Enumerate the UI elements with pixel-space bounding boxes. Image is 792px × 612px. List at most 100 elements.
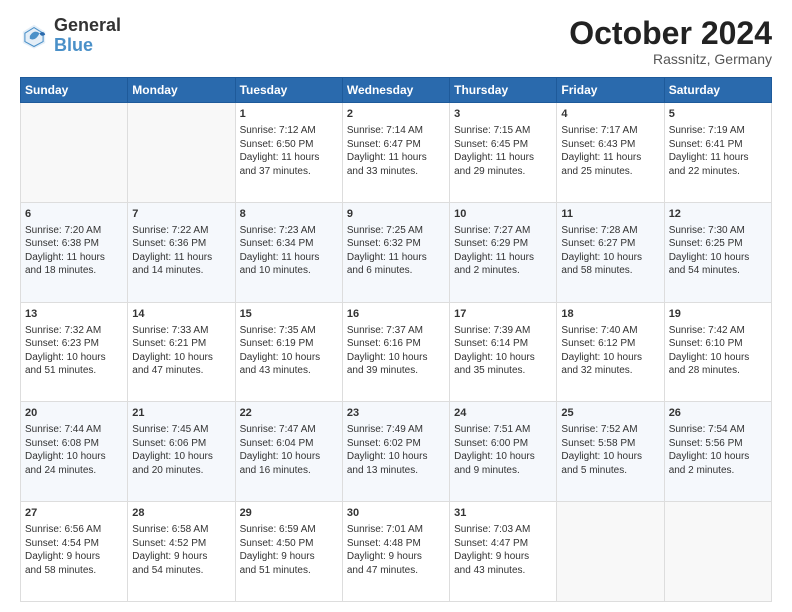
day-number: 6 (25, 207, 123, 222)
day-info: Sunset: 6:14 PM (454, 337, 552, 351)
day-info: Sunrise: 7:19 AM (669, 124, 767, 138)
day-info: Sunset: 6:36 PM (132, 237, 230, 251)
day-number: 31 (454, 506, 552, 521)
day-info: and 25 minutes. (561, 165, 659, 179)
day-info: Daylight: 11 hours (25, 251, 123, 265)
day-info: Sunset: 6:43 PM (561, 138, 659, 152)
day-info: Sunrise: 6:58 AM (132, 523, 230, 537)
day-info: Sunset: 4:52 PM (132, 537, 230, 551)
calendar-cell: 26Sunrise: 7:54 AMSunset: 5:56 PMDayligh… (664, 402, 771, 502)
day-info: Sunrise: 7:44 AM (25, 423, 123, 437)
calendar-cell: 4Sunrise: 7:17 AMSunset: 6:43 PMDaylight… (557, 103, 664, 203)
day-number: 25 (561, 406, 659, 421)
calendar-cell: 2Sunrise: 7:14 AMSunset: 6:47 PMDaylight… (342, 103, 449, 203)
day-info: Sunrise: 7:22 AM (132, 224, 230, 238)
weekday-header-saturday: Saturday (664, 78, 771, 103)
day-info: Daylight: 9 hours (240, 550, 338, 564)
day-info: and 32 minutes. (561, 364, 659, 378)
day-info: and 13 minutes. (347, 464, 445, 478)
day-info: Sunrise: 7:47 AM (240, 423, 338, 437)
day-info: Daylight: 11 hours (240, 251, 338, 265)
page: General Blue October 2024 Rassnitz, Germ… (0, 0, 792, 612)
day-info: Sunset: 6:06 PM (132, 437, 230, 451)
day-number: 1 (240, 107, 338, 122)
day-info: Daylight: 11 hours (240, 151, 338, 165)
day-info: Daylight: 10 hours (561, 251, 659, 265)
day-number: 30 (347, 506, 445, 521)
day-info: Sunrise: 7:23 AM (240, 224, 338, 238)
calendar-cell: 18Sunrise: 7:40 AMSunset: 6:12 PMDayligh… (557, 302, 664, 402)
day-info: Daylight: 11 hours (347, 151, 445, 165)
title-block: October 2024 Rassnitz, Germany (569, 16, 772, 67)
calendar-cell: 20Sunrise: 7:44 AMSunset: 6:08 PMDayligh… (21, 402, 128, 502)
day-info: and 51 minutes. (240, 564, 338, 578)
day-info: Sunrise: 7:33 AM (132, 324, 230, 338)
weekday-header-thursday: Thursday (450, 78, 557, 103)
day-info: Sunrise: 7:32 AM (25, 324, 123, 338)
day-info: Daylight: 11 hours (454, 151, 552, 165)
day-info: Sunrise: 7:20 AM (25, 224, 123, 238)
day-info: Sunset: 6:08 PM (25, 437, 123, 451)
day-info: Daylight: 10 hours (561, 351, 659, 365)
calendar-cell (664, 502, 771, 602)
calendar-cell: 28Sunrise: 6:58 AMSunset: 4:52 PMDayligh… (128, 502, 235, 602)
day-info: Sunrise: 7:42 AM (669, 324, 767, 338)
day-info: Sunrise: 7:25 AM (347, 224, 445, 238)
calendar-cell: 6Sunrise: 7:20 AMSunset: 6:38 PMDaylight… (21, 202, 128, 302)
day-info: and 14 minutes. (132, 264, 230, 278)
day-number: 11 (561, 207, 659, 222)
day-number: 5 (669, 107, 767, 122)
day-number: 24 (454, 406, 552, 421)
day-info: Sunrise: 6:56 AM (25, 523, 123, 537)
day-info: Sunset: 4:47 PM (454, 537, 552, 551)
day-info: Daylight: 10 hours (132, 351, 230, 365)
day-number: 28 (132, 506, 230, 521)
day-info: and 2 minutes. (454, 264, 552, 278)
day-info: Sunset: 4:50 PM (240, 537, 338, 551)
day-info: and 33 minutes. (347, 165, 445, 179)
day-info: Sunset: 6:16 PM (347, 337, 445, 351)
weekday-header-tuesday: Tuesday (235, 78, 342, 103)
day-info: Sunrise: 7:12 AM (240, 124, 338, 138)
day-number: 12 (669, 207, 767, 222)
day-number: 29 (240, 506, 338, 521)
day-info: and 47 minutes. (132, 364, 230, 378)
day-info: Sunrise: 7:03 AM (454, 523, 552, 537)
calendar-cell: 22Sunrise: 7:47 AMSunset: 6:04 PMDayligh… (235, 402, 342, 502)
day-info: Sunrise: 7:51 AM (454, 423, 552, 437)
day-info: and 51 minutes. (25, 364, 123, 378)
day-info: Sunrise: 7:37 AM (347, 324, 445, 338)
calendar-cell: 23Sunrise: 7:49 AMSunset: 6:02 PMDayligh… (342, 402, 449, 502)
day-number: 23 (347, 406, 445, 421)
day-info: and 37 minutes. (240, 165, 338, 179)
day-info: Sunset: 6:32 PM (347, 237, 445, 251)
day-info: and 58 minutes. (25, 564, 123, 578)
weekday-header-friday: Friday (557, 78, 664, 103)
day-info: and 54 minutes. (132, 564, 230, 578)
day-info: Sunset: 5:56 PM (669, 437, 767, 451)
day-info: Daylight: 10 hours (454, 351, 552, 365)
day-number: 16 (347, 307, 445, 322)
calendar-cell (557, 502, 664, 602)
header: General Blue October 2024 Rassnitz, Germ… (20, 16, 772, 67)
day-info: Daylight: 11 hours (561, 151, 659, 165)
calendar-cell: 27Sunrise: 6:56 AMSunset: 4:54 PMDayligh… (21, 502, 128, 602)
calendar-cell: 11Sunrise: 7:28 AMSunset: 6:27 PMDayligh… (557, 202, 664, 302)
day-info: Sunset: 4:48 PM (347, 537, 445, 551)
calendar-cell: 30Sunrise: 7:01 AMSunset: 4:48 PMDayligh… (342, 502, 449, 602)
calendar-cell: 3Sunrise: 7:15 AMSunset: 6:45 PMDaylight… (450, 103, 557, 203)
day-info: Sunset: 6:12 PM (561, 337, 659, 351)
day-info: Daylight: 10 hours (240, 450, 338, 464)
calendar-cell: 5Sunrise: 7:19 AMSunset: 6:41 PMDaylight… (664, 103, 771, 203)
weekday-header-wednesday: Wednesday (342, 78, 449, 103)
day-number: 18 (561, 307, 659, 322)
day-info: and 54 minutes. (669, 264, 767, 278)
calendar-cell: 31Sunrise: 7:03 AMSunset: 4:47 PMDayligh… (450, 502, 557, 602)
day-info: Sunset: 6:04 PM (240, 437, 338, 451)
day-info: and 10 minutes. (240, 264, 338, 278)
calendar-week-3: 13Sunrise: 7:32 AMSunset: 6:23 PMDayligh… (21, 302, 772, 402)
day-info: Sunrise: 7:15 AM (454, 124, 552, 138)
day-info: and 39 minutes. (347, 364, 445, 378)
day-info: Daylight: 11 hours (132, 251, 230, 265)
calendar-cell: 10Sunrise: 7:27 AMSunset: 6:29 PMDayligh… (450, 202, 557, 302)
